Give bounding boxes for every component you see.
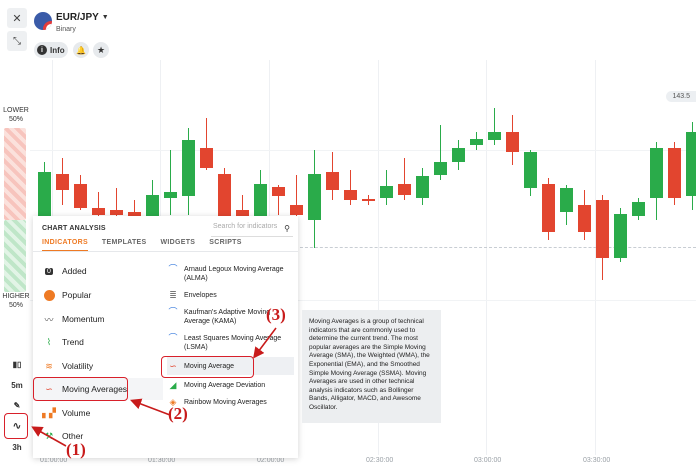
arrow-step-2 [130,398,171,416]
arrow-step-1 [31,426,67,447]
annotation-arrows [31,327,277,447]
arrow-step-3 [253,327,277,359]
